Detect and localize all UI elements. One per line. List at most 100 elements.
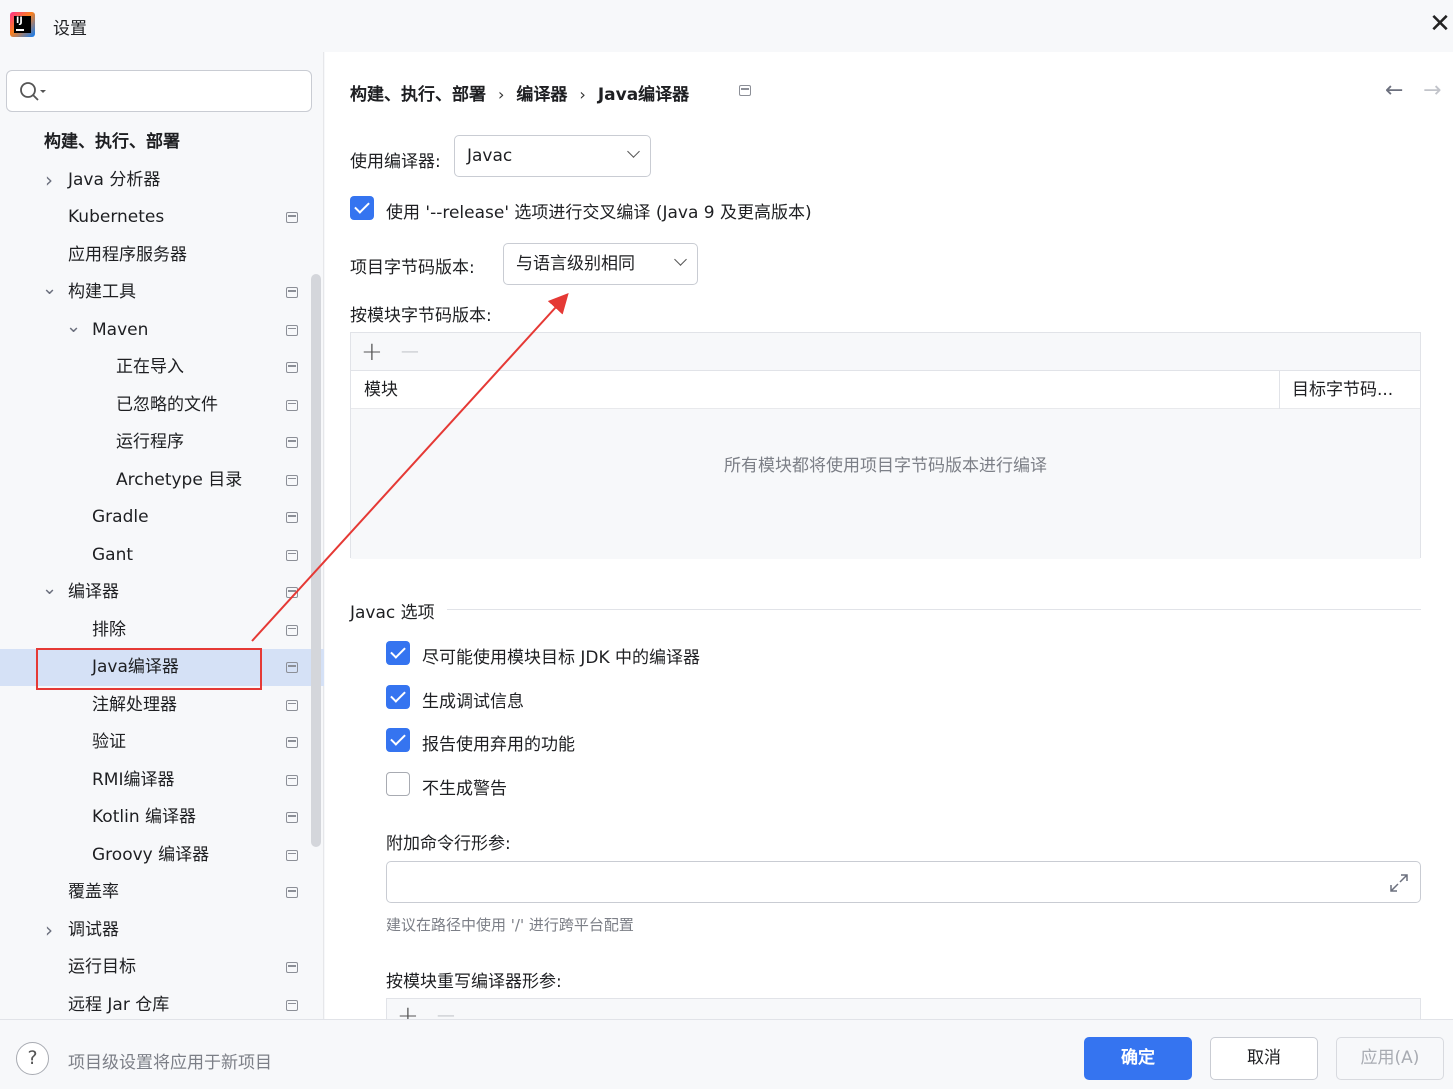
sidebar-item[interactable]: Gant [0,537,324,574]
sidebar-item[interactable]: 远程 Jar 仓库 [0,987,324,1024]
path-hint: 建议在路径中使用 '/' 进行跨平台配置 [386,916,634,934]
sidebar-item-label: Archetype 目录 [116,469,243,490]
project-level-icon [286,287,298,298]
sidebar-item[interactable]: RMI编译器 [0,762,324,799]
option-label-debug-info[interactable]: 生成调试信息 [422,687,524,712]
column-header-target-bytecode[interactable]: 目标字节码... [1292,371,1393,409]
extra-args-field[interactable] [386,861,1421,903]
chevron-right-icon[interactable]: › [42,912,56,949]
project-level-icon [286,887,298,898]
sidebar-item[interactable]: 运行目标 [0,949,324,986]
release-option-checkbox[interactable] [350,196,374,220]
project-level-icon [286,437,298,448]
sidebar-item-label: 验证 [92,732,126,752]
sidebar-item-label: 构建、执行、部署 [44,132,180,152]
breadcrumb-item-compiler[interactable]: 编译器 [516,80,567,105]
chevron-down-icon[interactable]: ⌄ [42,574,57,611]
sidebar-item[interactable]: 验证 [0,724,324,761]
sidebar-item-label: 远程 Jar 仓库 [68,994,170,1015]
sidebar-item[interactable]: ⌄ Maven [0,312,324,349]
bytecode-version-select[interactable]: 与语言级别相同 [503,243,698,285]
back-arrow-icon[interactable]: ← [1385,78,1403,103]
chevron-right-icon: › [579,85,586,104]
add-icon[interactable]: + [397,1001,419,1019]
sidebar-item[interactable]: Gradle [0,499,324,536]
empty-text: 所有模块都将使用项目字节码版本进行编译 [724,456,1047,476]
table-toolbar: + − [351,333,1420,371]
project-level-icon [286,399,298,411]
close-icon[interactable]: ✕ [1428,10,1452,38]
sidebar-item[interactable]: 应用程序服务器 [0,237,324,274]
sidebar-item[interactable]: ⌄ 编译器 [0,574,324,611]
sidebar-item[interactable]: › Java 分析器 [0,162,324,199]
sidebar-item-label: 运行程序 [116,432,184,452]
column-header-module[interactable]: 模块 [364,371,398,409]
chevron-down-icon[interactable]: ⌄ [66,312,81,349]
column-divider[interactable] [1279,371,1280,409]
sidebar-item-label: Maven [92,319,149,340]
sidebar-item[interactable]: Java编译器 [0,649,324,686]
settings-content: 构建、执行、部署 › 编译器 › Java编译器 ← → 使用编译器: Javac 使用… [325,52,1453,1019]
option-label-deprecation[interactable]: 报告使用弃用的功能 [422,730,575,755]
project-level-icon [286,999,298,1011]
sidebar-item-label: RMI编译器 [92,769,175,790]
sidebar-item[interactable]: Kubernetes [0,199,324,236]
sidebar-item-label: 编译器 [68,582,119,602]
sidebar-item-label: 注解处理器 [92,694,177,715]
add-icon[interactable]: + [361,337,383,367]
sidebar-scrollbar[interactable] [311,274,321,847]
chevron-down-icon [627,145,640,158]
sidebar-item-label: Gant [92,544,134,565]
search-input[interactable] [53,79,303,103]
apply-button[interactable]: 应用(A) [1336,1037,1444,1080]
sidebar-item-label: 运行目标 [68,957,136,977]
option-checkbox-module-jdk[interactable] [386,641,410,665]
option-checkbox-no-warnings[interactable] [386,772,410,796]
sidebar-item[interactable]: 已忽略的文件 [0,387,324,424]
settings-search[interactable] [6,70,312,112]
project-level-icon [286,324,298,336]
chevron-down-icon[interactable]: ⌄ [42,274,57,311]
sidebar-item[interactable]: Groovy 编译器 [0,837,324,874]
project-level-icon [286,212,298,223]
table-header: 模块 目标字节码... [351,371,1420,409]
javac-options-title: Javac 选项 [350,603,435,623]
option-label-no-warnings[interactable]: 不生成警告 [422,774,507,799]
help-icon[interactable]: ? [16,1042,49,1075]
compiler-select-value: Javac [467,146,513,166]
sidebar-item[interactable]: › 调试器 [0,912,324,949]
sidebar-item-label: 调试器 [68,919,119,940]
cancel-button[interactable]: 取消 [1210,1037,1318,1080]
compiler-select[interactable]: Javac [454,135,651,177]
chevron-right-icon[interactable]: › [42,162,56,199]
remove-icon: − [435,1001,457,1019]
sidebar-item[interactable]: 注解处理器 [0,687,324,724]
sidebar-item[interactable]: 正在导入 [0,349,324,386]
project-level-icon [286,362,298,373]
chevron-right-icon: › [498,85,505,104]
bytecode-version-label: 项目字节码版本: [350,258,475,278]
sidebar-item[interactable]: Kotlin 编译器 [0,799,324,836]
project-level-icon [739,85,751,96]
project-level-icon [286,549,298,561]
forward-arrow-icon[interactable]: → [1423,78,1441,103]
option-label-module-jdk[interactable]: 尽可能使用模块目标 JDK 中的编译器 [422,643,700,668]
sidebar-item-label: 构建工具 [68,282,136,302]
expand-icon[interactable] [1388,872,1410,894]
window-title: 设置 [53,19,87,39]
title-bar: IJ 设置 ✕ [0,0,1453,52]
sidebar-item[interactable]: Archetype 目录 [0,462,324,499]
sidebar-item[interactable]: 构建、执行、部署 [0,124,324,161]
sidebar-item[interactable]: ⌄ 构建工具 [0,274,324,311]
settings-sidebar: 构建、执行、部署 › Java 分析器 Kubernetes 应用程序服务器 ⌄ 构建工具 ⌄… [0,52,324,1019]
sidebar-item[interactable]: 覆盖率 [0,874,324,911]
ok-button[interactable]: 确定 [1084,1037,1192,1080]
sidebar-item[interactable]: 排除 [0,612,324,649]
sidebar-item[interactable]: 运行程序 [0,424,324,461]
option-checkbox-debug-info[interactable] [386,685,410,709]
use-compiler-label: 使用编译器: [350,152,441,172]
release-option-label[interactable]: 使用 '--release' 选项进行交叉编译 (Java 9 及更高版本) [386,198,812,223]
option-checkbox-deprecation[interactable] [386,728,410,752]
breadcrumb-item-build[interactable]: 构建、执行、部署 [350,80,486,105]
override-args-label: 按模块重写编译器形参: [386,972,562,992]
